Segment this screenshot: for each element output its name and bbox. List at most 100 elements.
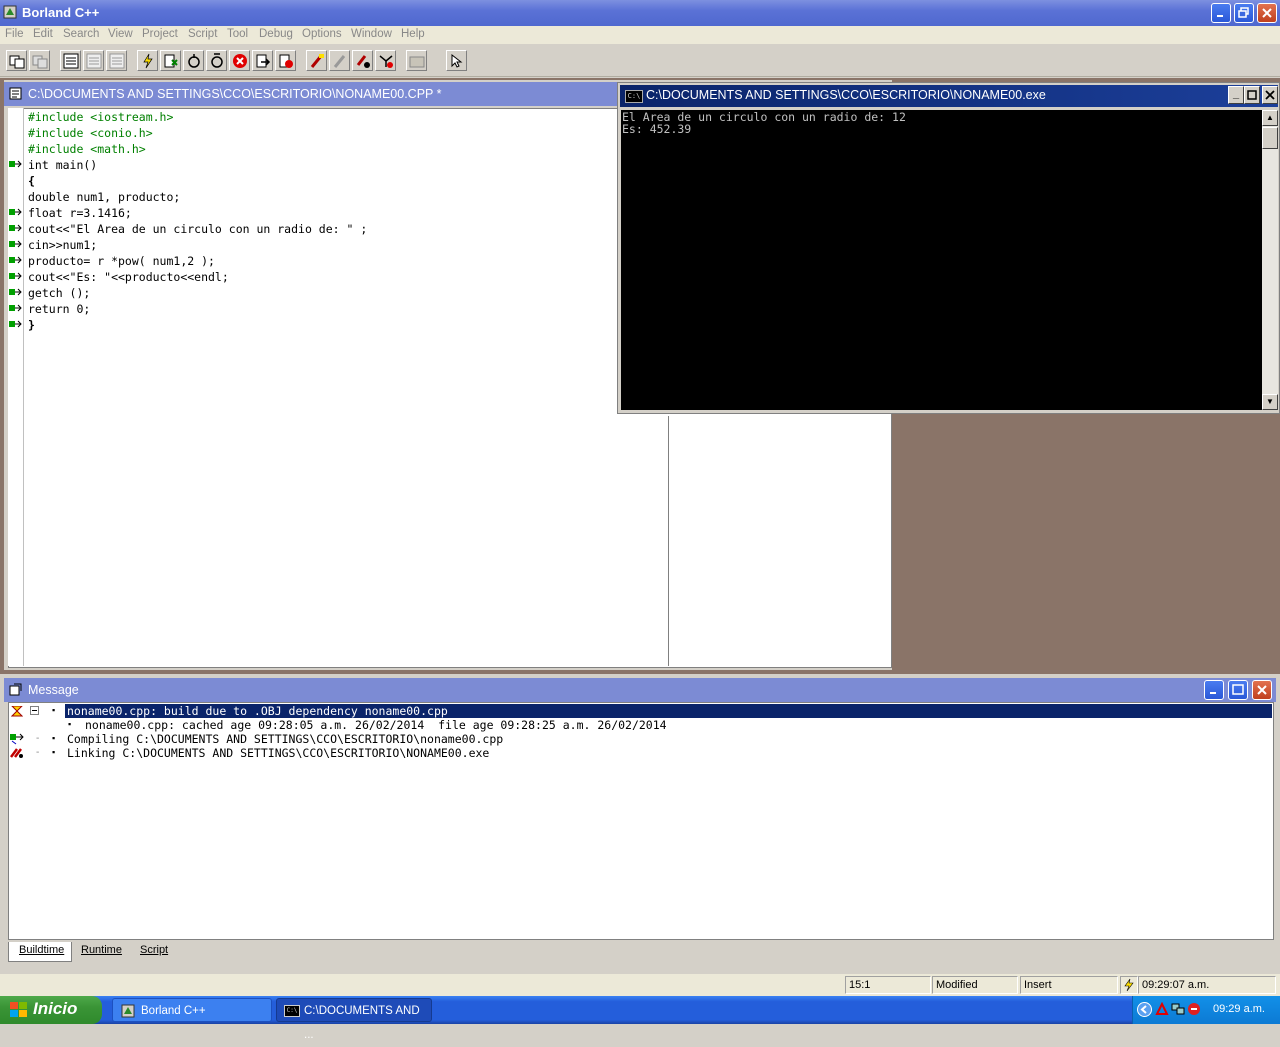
message-item[interactable]: Linking C:\DOCUMENTS AND SETTINGS\CCO\ES…	[67, 746, 489, 760]
scroll-thumb[interactable]	[1262, 127, 1278, 149]
tab-script[interactable]: Script	[140, 944, 168, 962]
menu-view[interactable]: View	[108, 28, 133, 40]
taskbar-item-console[interactable]: C:\ C:\DOCUMENTS AND ...	[276, 998, 432, 1041]
toolbar-view-disabled-button[interactable]	[83, 50, 104, 71]
executable-line-icon[interactable]	[9, 288, 22, 299]
antivirus-tray-icon[interactable]	[1187, 1002, 1201, 1016]
console-scrollbar[interactable]	[1262, 110, 1278, 410]
editor-gutter[interactable]	[8, 108, 24, 666]
executable-line-icon[interactable]	[9, 320, 22, 331]
menu-options[interactable]: Options	[302, 28, 342, 40]
menu-edit[interactable]: Edit	[33, 28, 53, 40]
executable-line-icon[interactable]	[9, 272, 22, 283]
code-line[interactable]: float r=3.1416;	[28, 206, 132, 222]
bullet-icon: ▪	[68, 719, 72, 729]
code-line[interactable]: int main()	[28, 158, 97, 174]
message-item[interactable]: noname00.cpp: build due to .OBJ dependen…	[67, 704, 448, 718]
code-line[interactable]: #include <iostream.h>	[28, 110, 173, 126]
menu-tool[interactable]: Tool	[227, 28, 248, 40]
toolbar-watch-button[interactable]	[352, 50, 373, 71]
toolbar-build-button[interactable]	[160, 50, 181, 71]
executable-line-icon[interactable]	[9, 224, 22, 235]
app-restore-button[interactable]	[1234, 3, 1254, 23]
scroll-down-button[interactable]: ▼	[1262, 394, 1278, 410]
toolbar-open-project-button[interactable]	[6, 50, 27, 71]
taskbar-item-borland[interactable]: Borland C++	[112, 998, 272, 1022]
toolbar-trace-into-button[interactable]	[275, 50, 296, 71]
status-lightning-cell	[1120, 976, 1138, 994]
tab-runtime[interactable]: Runtime	[81, 944, 122, 962]
code-line[interactable]: {	[28, 174, 35, 190]
tree-connector: -	[36, 733, 40, 744]
console-title-bar[interactable]: C:\ C:\DOCUMENTS AND SETTINGS\CCO\ESCRIT…	[620, 85, 1278, 107]
executable-line-icon[interactable]	[9, 256, 22, 267]
lightning-icon	[1124, 978, 1134, 992]
app-minimize-button[interactable]	[1211, 3, 1231, 23]
console-minimize-button[interactable]: _	[1228, 86, 1244, 104]
menu-help[interactable]: Help	[401, 28, 425, 40]
toolbar-run-button[interactable]	[206, 50, 227, 71]
message-item[interactable]: noname00.cpp: cached age 09:28:05 a.m. 2…	[85, 718, 667, 732]
toolbar-inspect-button[interactable]	[375, 50, 396, 71]
menu-search[interactable]: Search	[63, 28, 99, 40]
editor-title-bar[interactable]: C:\DOCUMENTS AND SETTINGS\CCO\ESCRITORIO…	[4, 82, 617, 106]
borland-app-icon	[3, 5, 17, 19]
toolbar-step-over-button[interactable]	[252, 50, 273, 71]
toolbar-make-button[interactable]	[137, 50, 158, 71]
code-line[interactable]: producto= r *pow( num1,2 );	[28, 254, 215, 270]
watch-icon	[356, 55, 370, 68]
triangle-up-icon: ▲	[1266, 113, 1274, 122]
code-line[interactable]: double num1, producto;	[28, 190, 180, 206]
menu-window[interactable]: Window	[351, 28, 392, 40]
console-maximize-button[interactable]	[1244, 86, 1260, 104]
menu-debug[interactable]: Debug	[259, 28, 293, 40]
toolbar-compile-button[interactable]	[183, 50, 204, 71]
code-line[interactable]: return 0;	[28, 302, 90, 318]
toolbar-folder-button[interactable]	[406, 50, 427, 71]
toolbar-view-disabled-2-button[interactable]	[106, 50, 127, 71]
executable-line-icon[interactable]	[9, 208, 22, 219]
message-close-button[interactable]	[1252, 680, 1272, 700]
code-line[interactable]: #include <math.h>	[28, 142, 146, 158]
message-maximize-button[interactable]	[1228, 680, 1248, 700]
executable-line-icon[interactable]	[9, 160, 22, 171]
tray-expand-icon[interactable]	[1137, 1002, 1152, 1017]
toolbar-view-binary-button[interactable]	[60, 50, 81, 71]
toolbar-close-project-button[interactable]	[29, 50, 50, 71]
menu-script[interactable]: Script	[188, 28, 217, 40]
app-close-button[interactable]	[1257, 3, 1277, 23]
code-line[interactable]: }	[28, 318, 35, 334]
message-minimize-button[interactable]	[1204, 680, 1224, 700]
editor-right-margin-line	[668, 416, 669, 666]
trace-into-icon	[279, 54, 293, 68]
link-message-icon	[10, 748, 23, 758]
toolbar-stop-button[interactable]	[229, 50, 250, 71]
code-line[interactable]: getch ();	[28, 286, 90, 302]
network-tray-icon[interactable]	[1171, 1002, 1185, 1016]
menu-project[interactable]: Project	[142, 28, 178, 40]
executable-line-icon[interactable]	[9, 304, 22, 315]
toolbar-help-pointer-button[interactable]	[446, 50, 467, 71]
start-label: Inicio	[33, 999, 78, 1018]
tree-collapse-icon[interactable]	[30, 706, 39, 715]
message-item[interactable]: Compiling C:\DOCUMENTS AND SETTINGS\CCO\…	[67, 732, 503, 746]
toolbar-breakpoint-button[interactable]	[306, 50, 327, 71]
view-disabled-icon	[86, 53, 102, 69]
message-title-bar[interactable]: Message	[4, 678, 1276, 702]
menu-file[interactable]: File	[5, 28, 24, 40]
console-close-button[interactable]	[1262, 86, 1278, 104]
code-line[interactable]: #include <conio.h>	[28, 126, 153, 142]
console-output-area[interactable]	[621, 110, 1262, 410]
executable-line-icon[interactable]	[9, 240, 22, 251]
acrobat-tray-icon[interactable]	[1155, 1002, 1169, 1016]
toolbar-toggle-breakpoint-button[interactable]	[329, 50, 350, 71]
open-project-icon	[9, 55, 25, 69]
scroll-up-button[interactable]: ▲	[1262, 110, 1278, 126]
code-line[interactable]: cout<<"El Area de un circulo con un radi…	[28, 222, 367, 238]
code-line[interactable]: cout<<"Es: "<<producto<<endl;	[28, 270, 229, 286]
cmd-icon: C:\	[284, 1005, 300, 1017]
start-button[interactable]: Inicio	[0, 996, 102, 1024]
tree-connector: -	[36, 747, 40, 758]
console-output-line: Es: 452.39	[622, 122, 692, 136]
code-line[interactable]: cin>>num1;	[28, 238, 97, 254]
